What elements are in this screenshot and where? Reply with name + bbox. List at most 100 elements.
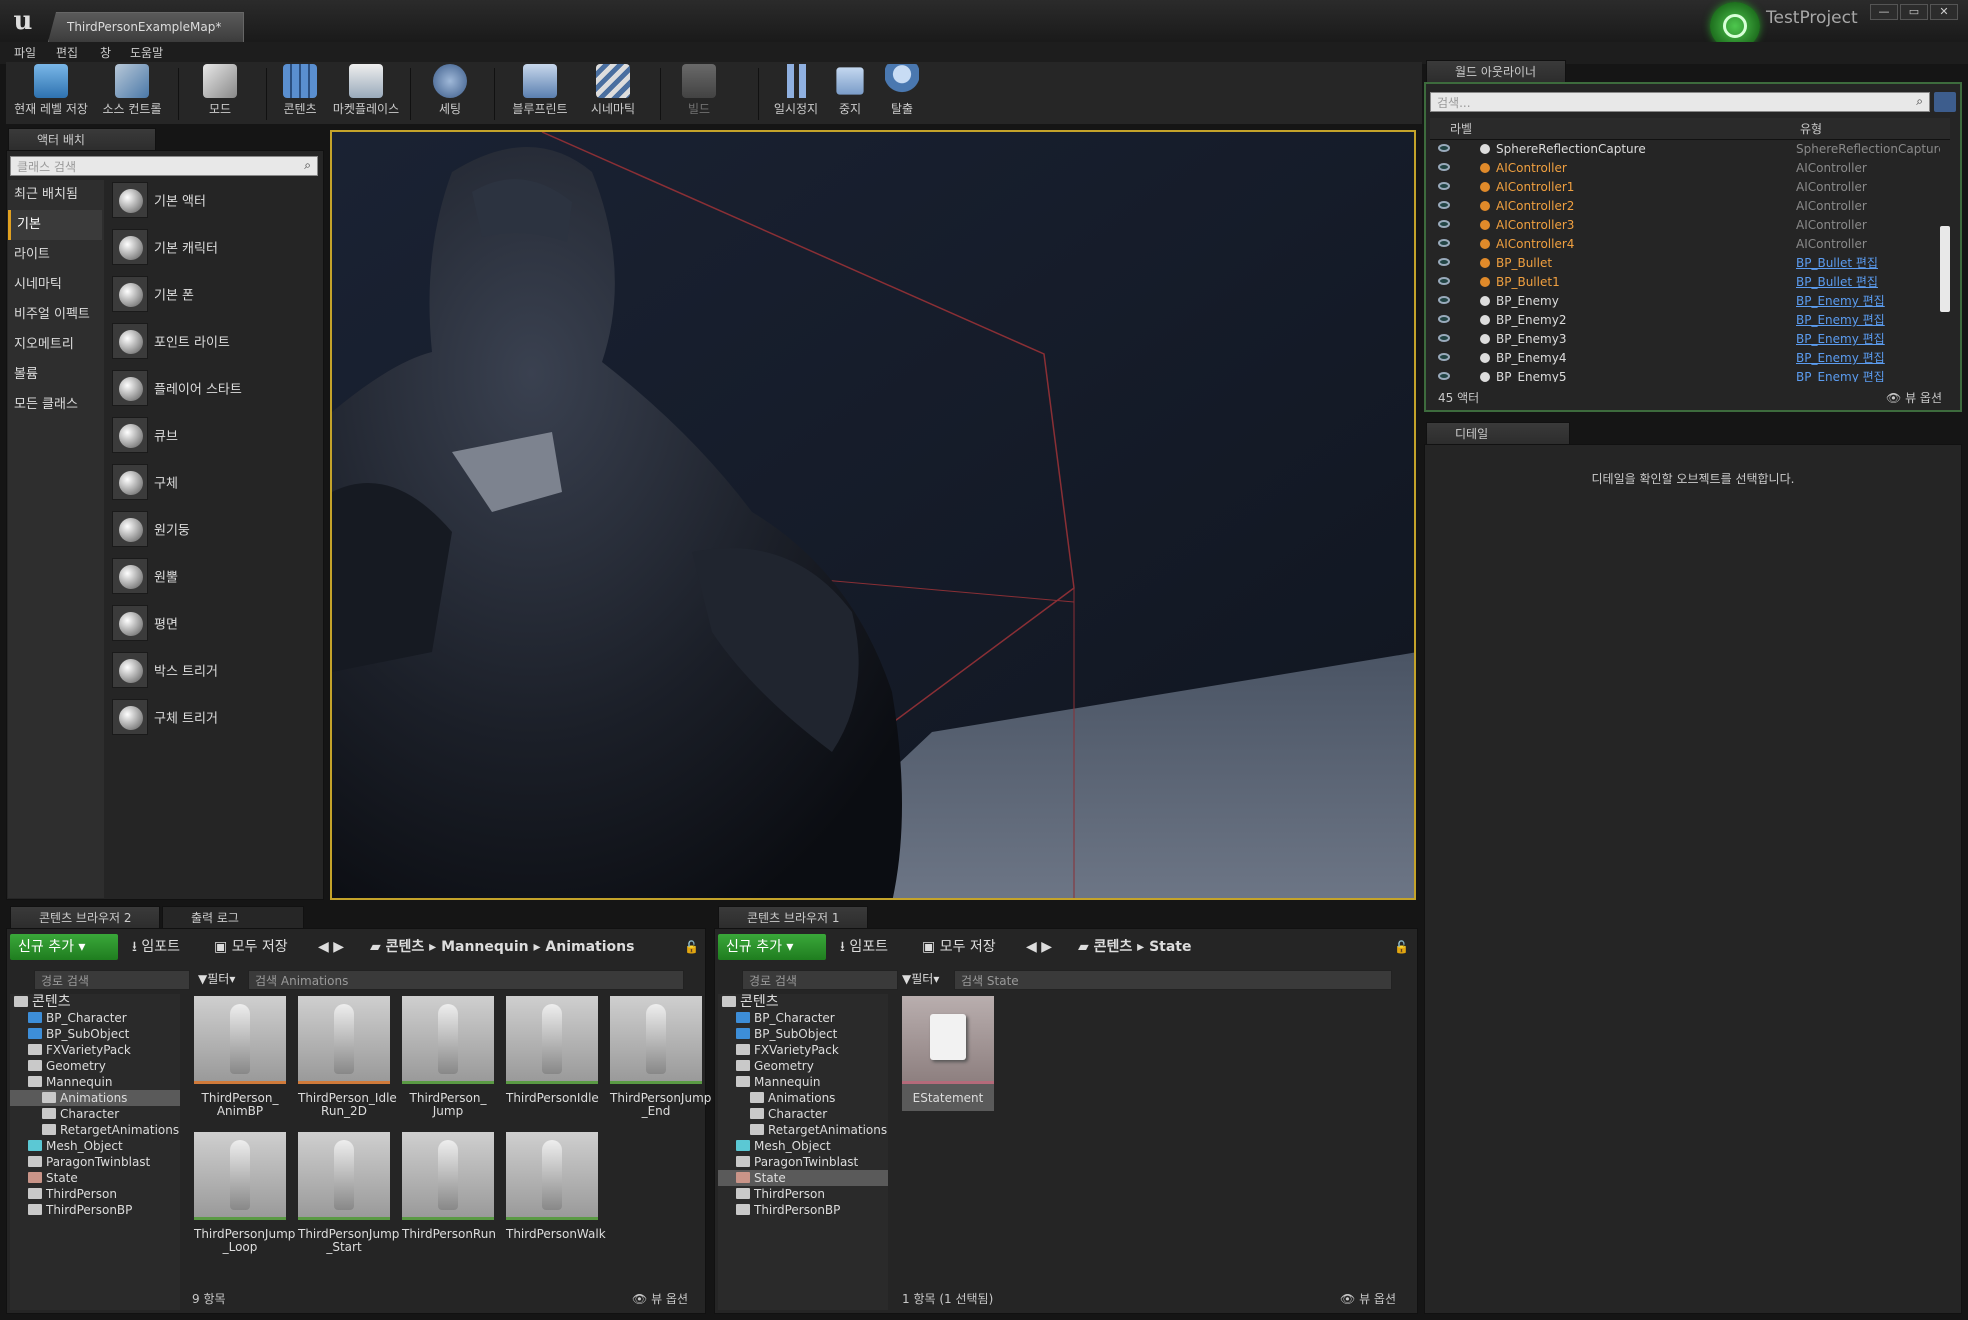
outliner-view-options[interactable]: 👁 뷰 옵션 <box>1886 389 1942 406</box>
cb1-view-options[interactable]: 👁 뷰 옵션 <box>1340 1290 1396 1307</box>
folder-tree-item[interactable]: FXVarietyPack <box>718 1042 888 1058</box>
output-log-tab[interactable]: 출력 로그 <box>162 906 304 928</box>
source-control-button[interactable]: 소스 컨트롤 <box>96 64 168 122</box>
visibility-eye-icon[interactable] <box>1438 201 1450 209</box>
cb1-save-all-button[interactable]: ▣ 모두 저장 <box>914 934 1004 960</box>
cb2-history-arrows[interactable]: ◀ ▶ <box>310 934 352 960</box>
cb2-crumb-1[interactable]: Mannequin <box>441 939 529 955</box>
cb2-breadcrumb[interactable]: ▰ 콘텐츠 ▸ Mannequin ▸ Animations <box>362 934 642 960</box>
folder-tree-item[interactable]: Character <box>10 1106 180 1122</box>
menu-help[interactable]: 도움말 <box>130 42 163 64</box>
folder-tree-item[interactable]: ThirdPersonBP <box>10 1202 180 1218</box>
cb2-import-button[interactable]: ⭳ 임포트 <box>124 934 188 960</box>
place-actor-item[interactable]: 포인트 라이트 <box>112 323 322 369</box>
category-geometry[interactable]: 지오메트리 <box>8 330 102 360</box>
category-visual-effects[interactable]: 비주얼 이펙트 <box>8 300 102 330</box>
folder-tree-item[interactable]: Geometry <box>10 1058 180 1074</box>
cb1-import-button[interactable]: ⭳ 임포트 <box>832 934 896 960</box>
visibility-eye-icon[interactable] <box>1438 239 1450 247</box>
level-viewport[interactable] <box>330 130 1416 900</box>
cb2-save-all-button[interactable]: ▣ 모두 저장 <box>206 934 296 960</box>
menu-window[interactable]: 창 <box>100 42 111 64</box>
asset-tile[interactable]: ThirdPersonIdle <box>506 996 599 1105</box>
asset-tile[interactable]: EStatement <box>902 996 994 1111</box>
folder-tree-item[interactable]: Geometry <box>718 1058 888 1074</box>
folder-tree-item[interactable]: RetargetAnimations <box>10 1122 180 1138</box>
folder-tree-item[interactable]: Mannequin <box>10 1074 180 1090</box>
place-actor-item[interactable]: 원뿔 <box>112 558 322 604</box>
outliner-actor-type[interactable]: BP_Enemy 편집 <box>1796 311 1885 330</box>
folder-tree-item[interactable]: BP_Character <box>718 1010 888 1026</box>
cb1-add-new-button[interactable]: 신규 추가 ▾ <box>718 934 826 960</box>
cb1-breadcrumb[interactable]: ▰ 콘텐츠 ▸ State <box>1070 934 1199 960</box>
outliner-scrollbar[interactable] <box>1940 226 1950 312</box>
visibility-eye-icon[interactable] <box>1438 144 1450 152</box>
place-actors-tab[interactable]: 액터 배치 <box>8 128 156 150</box>
folder-tree-item[interactable]: ParagonTwinblast <box>718 1154 888 1170</box>
cinematics-button[interactable]: 시네마틱 <box>580 64 646 122</box>
outliner-row[interactable]: AIController2 AIController <box>1430 197 1940 216</box>
outliner-row[interactable]: BP_Enemy4 BP_Enemy 편집 <box>1430 349 1940 368</box>
minimize-button[interactable]: — <box>1870 4 1898 20</box>
close-button[interactable]: ✕ <box>1930 4 1958 20</box>
details-tab[interactable]: 디테일 <box>1426 422 1570 444</box>
place-actor-item[interactable]: 구체 <box>112 464 322 510</box>
outliner-row[interactable]: BP_Enemy3 BP_Enemy 편집 <box>1430 330 1940 349</box>
place-actor-item[interactable]: 원기둥 <box>112 511 322 557</box>
cb1-asset-search[interactable]: 검색 State <box>954 970 1392 990</box>
asset-tile[interactable]: ThirdPersonRun <box>402 1132 496 1241</box>
cb2-add-new-button[interactable]: 신규 추가 ▾ <box>10 934 118 960</box>
outliner-actor-type[interactable]: BP_Enemy 편집 <box>1796 292 1885 311</box>
category-volumes[interactable]: 볼륨 <box>8 360 102 390</box>
visibility-eye-icon[interactable] <box>1438 296 1450 304</box>
place-actor-item[interactable]: 플레이어 스타트 <box>112 370 322 416</box>
folder-tree-item[interactable]: Mesh_Object <box>10 1138 180 1154</box>
visibility-eye-icon[interactable] <box>1438 353 1450 361</box>
place-actor-item[interactable]: 기본 액터 <box>112 182 322 228</box>
asset-tile[interactable]: ThirdPerson_ AnimBP <box>194 996 286 1118</box>
outliner-row[interactable]: AIController3 AIController <box>1430 216 1940 235</box>
folder-tree-item[interactable]: State <box>718 1170 888 1186</box>
cb2-crumb-2[interactable]: Animations <box>545 939 634 955</box>
outliner-actor-type[interactable]: BP_Enemy 편집 <box>1796 368 1885 382</box>
visibility-eye-icon[interactable] <box>1438 334 1450 342</box>
outliner-row[interactable]: SphereReflectionCapture SphereReflectionC… <box>1430 140 1940 159</box>
visibility-eye-icon[interactable] <box>1438 163 1450 171</box>
place-actor-item[interactable]: 기본 폰 <box>112 276 322 322</box>
category-lights[interactable]: 라이트 <box>8 240 102 270</box>
menu-file[interactable]: 파일 <box>14 42 36 64</box>
marketplace-button[interactable]: 마켓플레이스 <box>330 64 402 122</box>
outliner-row[interactable]: AIController1 AIController <box>1430 178 1940 197</box>
menu-edit[interactable]: 편집 <box>56 42 78 64</box>
category-basic[interactable]: 기본 <box>8 210 102 240</box>
visibility-eye-icon[interactable] <box>1438 258 1450 266</box>
visibility-eye-icon[interactable] <box>1438 277 1450 285</box>
asset-tile[interactable]: ThirdPersonJump _Loop <box>194 1132 295 1254</box>
folder-tree-item[interactable]: 콘텐츠 <box>718 994 888 1010</box>
folder-tree-item[interactable]: 콘텐츠 <box>10 994 180 1010</box>
folder-tree-item[interactable]: Animations <box>718 1090 888 1106</box>
content-button[interactable]: 콘텐츠 <box>272 64 328 122</box>
blueprints-button[interactable]: 블루프린트 <box>504 64 576 122</box>
level-tab[interactable]: ThirdPersonExampleMap* <box>48 12 244 42</box>
visibility-eye-icon[interactable] <box>1438 372 1450 380</box>
visibility-eye-icon[interactable] <box>1438 315 1450 323</box>
asset-tile[interactable]: ThirdPersonWalk <box>506 1132 606 1241</box>
col-type[interactable]: 유형 <box>1800 118 1822 140</box>
outliner-add-icon[interactable] <box>1934 92 1956 112</box>
col-label[interactable]: 라벨 <box>1450 118 1472 140</box>
folder-tree-item[interactable]: ParagonTwinblast <box>10 1154 180 1170</box>
cb2-view-options[interactable]: 👁 뷰 옵션 <box>632 1290 688 1307</box>
outliner-row[interactable]: BP_Bullet BP_Bullet 편집 <box>1430 254 1940 273</box>
settings-button[interactable]: 세팅 <box>422 64 478 122</box>
asset-tile[interactable]: ThirdPerson_ Jump <box>402 996 494 1118</box>
outliner-actor-type[interactable]: BP_Bullet 편집 <box>1796 273 1878 292</box>
folder-tree-item[interactable]: Animations <box>10 1090 180 1106</box>
category-all-classes[interactable]: 모든 클래스 <box>8 390 102 420</box>
folder-tree-item[interactable]: RetargetAnimations <box>718 1122 888 1138</box>
build-button[interactable]: 빌드 <box>668 64 730 122</box>
outliner-actor-type[interactable]: BP_Bullet 편집 <box>1796 254 1878 273</box>
folder-tree-item[interactable]: Mannequin <box>718 1074 888 1090</box>
outliner-row[interactable]: AIController AIController <box>1430 159 1940 178</box>
cb2-asset-search[interactable]: 검색 Animations <box>248 970 684 990</box>
